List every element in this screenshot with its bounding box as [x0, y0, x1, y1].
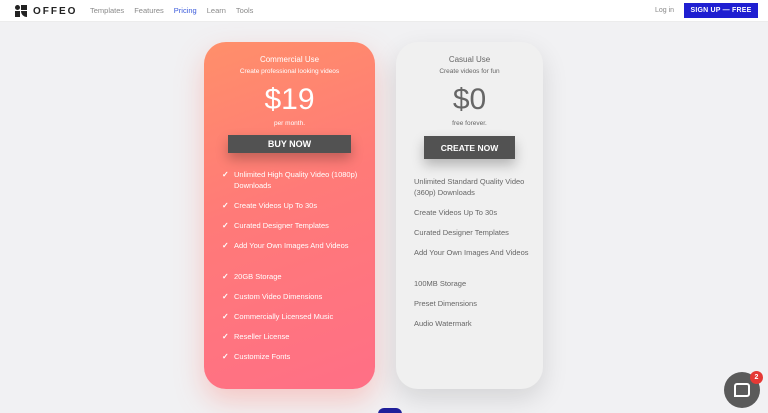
feature-text: Customize Fonts: [234, 352, 291, 361]
nav-link-tools[interactable]: Tools: [236, 6, 254, 15]
plan-price: $0: [452, 83, 487, 116]
check-icon: ✓: [222, 170, 229, 179]
list-item: ✓ Curated Designer Templates: [220, 220, 365, 231]
feature-text: Add Your Own Images And Videos: [414, 248, 529, 257]
plan-card-casual: Casual Use Create videos for fun $0 free…: [396, 42, 543, 389]
top-nav: OFFEO Templates Features Pricing Learn T…: [0, 0, 768, 22]
check-icon: ✓: [222, 352, 229, 361]
feature-list: ✓ Unlimited High Quality Video (1080p) Do…: [220, 169, 365, 362]
feature-text: Curated Designer Templates: [234, 221, 329, 230]
nav-link-features[interactable]: Features: [134, 6, 164, 15]
list-item: ✓ Customize Fonts: [220, 351, 365, 362]
check-icon: ✓: [222, 221, 229, 230]
brand-name: OFFEO: [33, 5, 78, 17]
logo-icon: [15, 5, 27, 17]
list-item: 100MB Storage: [414, 278, 539, 289]
list-item: ✓ Reseller License: [220, 331, 365, 342]
feature-text: Preset Dimensions: [414, 299, 477, 308]
plan-period: free forever.: [452, 120, 487, 127]
list-item: ✓ Create Videos Up To 30s: [220, 200, 365, 211]
nav-link-templates[interactable]: Templates: [90, 6, 124, 15]
feature-text: Custom Video Dimensions: [234, 292, 323, 301]
create-now-button[interactable]: CREATE NOW: [424, 136, 515, 159]
plan-subtitle: Create professional looking videos: [239, 68, 340, 75]
list-item: Audio Watermark: [414, 318, 539, 329]
feature-text: Unlimited High Quality Video (1080p) Dow…: [234, 170, 358, 190]
check-icon: ✓: [222, 241, 229, 250]
plan-subtitle: Create videos for fun: [439, 68, 500, 75]
check-icon: ✓: [222, 292, 229, 301]
plan-price: $19: [264, 83, 315, 116]
plan-name: Commercial Use: [259, 55, 320, 64]
check-icon: ✓: [222, 312, 229, 321]
feature-text: Create Videos Up To 30s: [414, 208, 498, 217]
list-item: ✓ Commercially Licensed Music: [220, 311, 365, 322]
signup-button[interactable]: SIGN UP — FREE: [684, 3, 758, 18]
feature-text: Unlimited Standard Quality Video (360p) …: [414, 177, 525, 197]
buy-now-button[interactable]: BUY NOW: [228, 135, 351, 153]
check-icon: ✓: [222, 272, 229, 281]
feature-text: Add Your Own Images And Videos: [234, 241, 349, 250]
notification-badge: 2: [750, 371, 763, 384]
list-item: ✓ Add Your Own Images And Videos: [220, 240, 365, 262]
page-decoration: [378, 408, 402, 413]
plan-card-commercial: Commercial Use Create professional looki…: [204, 42, 375, 389]
feature-text: Commercially Licensed Music: [234, 312, 334, 321]
nav-link-pricing[interactable]: Pricing: [174, 6, 197, 15]
list-item: Curated Designer Templates: [414, 227, 539, 238]
feature-text: 20GB Storage: [234, 272, 282, 281]
feature-text: Curated Designer Templates: [414, 228, 509, 237]
list-item: Add Your Own Images And Videos: [414, 247, 539, 269]
list-item: ✓ Unlimited High Quality Video (1080p) Do…: [220, 169, 365, 191]
list-item: Create Videos Up To 30s: [414, 207, 539, 218]
check-icon: ✓: [222, 201, 229, 210]
feature-text: 100MB Storage: [414, 279, 467, 288]
nav-link-learn[interactable]: Learn: [207, 6, 226, 15]
nav-links: Templates Features Pricing Learn Tools: [90, 6, 263, 15]
feature-list: Unlimited Standard Quality Video (360p) …: [414, 176, 539, 329]
feature-text: Audio Watermark: [414, 319, 472, 328]
check-icon: ✓: [222, 332, 229, 341]
plan-name: Casual Use: [448, 55, 491, 64]
list-item: ✓ Custom Video Dimensions: [220, 291, 365, 302]
list-item: Unlimited Standard Quality Video (360p) …: [414, 176, 539, 198]
login-link[interactable]: Log in: [655, 7, 674, 14]
list-item: Preset Dimensions: [414, 298, 539, 309]
plan-period: per month.: [273, 120, 306, 127]
chat-icon: [734, 383, 750, 397]
feature-text: Create Videos Up To 30s: [234, 201, 318, 210]
feature-text: Reseller License: [234, 332, 290, 341]
list-item: ✓ 20GB Storage: [220, 271, 365, 282]
brand-logo[interactable]: OFFEO: [15, 5, 77, 17]
